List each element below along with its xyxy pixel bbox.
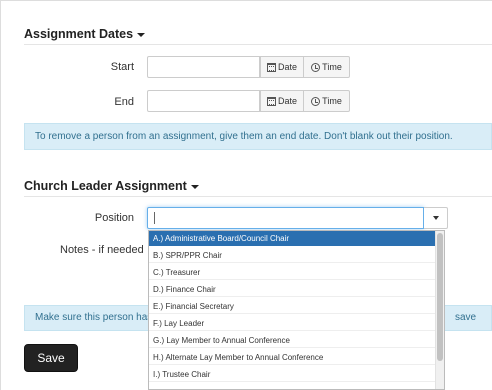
section-divider [24,196,492,197]
warning-alert-text-end: save [455,312,477,323]
dropdown-option[interactable]: I.) Trustee Chair [149,367,435,382]
dropdown-scrollbar-thumb[interactable] [437,233,443,361]
end-date-input[interactable] [147,90,260,112]
frame-top-border [0,0,492,4]
time-button-label: Time [322,62,342,72]
dropdown-option[interactable]: H.) Alternate Lay Member to Annual Confe… [149,350,435,365]
dropdown-option[interactable]: B.) SPR/PPR Chair [149,248,435,263]
start-label: Start [110,61,134,73]
calendar-icon [266,62,276,72]
date-button-label: Date [277,96,297,106]
position-select[interactable] [147,207,424,229]
church-leader-title: Church Leader Assignment [24,179,187,193]
dropdown-option[interactable]: A.) Administrative Board/Council Chair [149,231,435,246]
warning-alert-text: Make sure this person has [35,312,153,323]
info-alert: To remove a person from an assignment, g… [24,123,492,150]
end-label: End [114,96,134,108]
clock-icon [311,62,321,72]
clock-icon [311,96,321,106]
start-date-input[interactable] [147,56,260,78]
time-button-label: Time [322,96,342,106]
dropdown-option[interactable]: E.) Financial Secretary [149,299,435,314]
end-date-button[interactable]: Date [260,90,304,112]
assignment-dates-title: Assignment Dates [24,27,134,41]
chevron-down-icon [137,32,146,37]
start-date-button[interactable]: Date [260,56,304,78]
dropdown-option[interactable]: G.) Lay Member to Annual Conference [149,333,435,348]
end-time-button[interactable]: Time [304,90,350,112]
position-dropdown-toggle[interactable] [424,207,448,229]
dropdown-option[interactable]: C.) Treasurer [149,265,435,280]
text-cursor [154,212,155,224]
notes-label: Notes - if needed [60,244,144,256]
position-dropdown-list[interactable]: A.) Administrative Board/Council Chair B… [148,230,445,390]
position-label: Position [94,212,134,224]
date-button-label: Date [277,62,297,72]
chevron-down-icon [432,216,439,220]
church-leader-heading[interactable]: Church Leader Assignment [24,179,199,193]
assignment-dates-heading[interactable]: Assignment Dates [24,27,146,41]
section-divider [24,44,492,45]
dropdown-option[interactable]: F.) Lay Leader [149,316,435,331]
frame-left-border [0,0,12,390]
info-alert-text: To remove a person from an assignment, g… [35,131,453,142]
save-button[interactable]: Save [24,344,78,372]
start-time-button[interactable]: Time [304,56,350,78]
dropdown-option[interactable]: D.) Finance Chair [149,282,435,297]
chevron-down-icon [190,184,199,189]
calendar-icon [266,96,276,106]
